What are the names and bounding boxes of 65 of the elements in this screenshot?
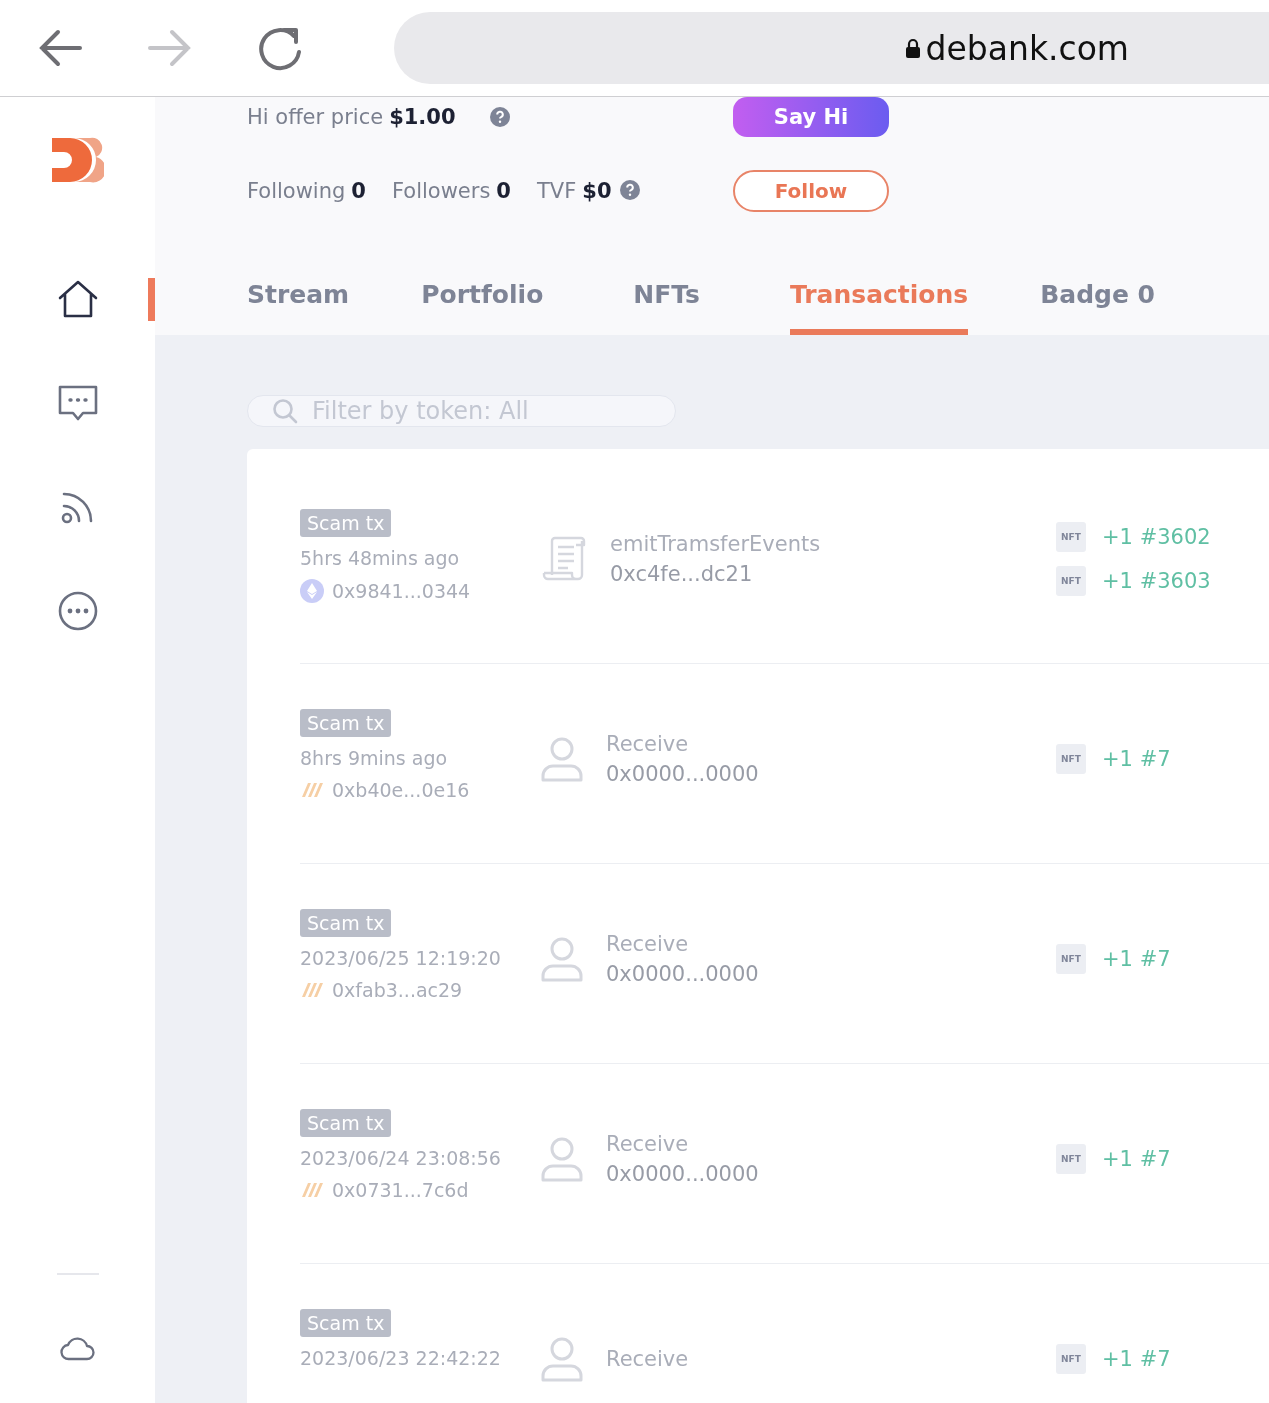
home-icon[interactable] [56, 279, 99, 319]
person-icon [540, 735, 584, 782]
scroll-icon [540, 534, 588, 583]
tab[interactable]: Stream [247, 262, 350, 335]
address-bar[interactable]: debank.com [394, 12, 1269, 84]
tx-action: Receive [606, 1346, 689, 1371]
profile-stat: TVF $0 [537, 179, 640, 203]
tx-action: Receive [606, 931, 690, 956]
tx-time: 2023/06/23 22:42:22 [300, 1347, 502, 1369]
tab[interactable]: Portfolio [421, 262, 544, 335]
token-amount: +1 #3603 [1102, 568, 1211, 593]
chat-icon[interactable] [56, 384, 99, 422]
scam-tag: Scam tx [300, 1309, 392, 1337]
token-amount: +1 #7 [1102, 1346, 1171, 1371]
tx-time: 2023/06/24 23:08:56 [300, 1147, 502, 1169]
say-hi-button[interactable]: Say Hi [733, 97, 889, 137]
nft-badge: NFT [1056, 521, 1086, 552]
help-icon[interactable] [619, 180, 640, 200]
tab[interactable]: NFTs [633, 262, 700, 335]
search-icon [272, 398, 298, 424]
nft-badge: NFT [1056, 565, 1086, 596]
offer-price: Hi offer price $1.00 [247, 105, 456, 129]
nft-badge: NFT [1056, 1343, 1086, 1374]
nft-badge: NFT [1056, 943, 1086, 974]
tx-time: 8hrs 9mins ago [300, 747, 449, 769]
nft-badge: NFT [1056, 743, 1086, 774]
profile-stat: Following 0 [247, 179, 366, 203]
counterparty-address[interactable]: 0x0000...0000 [606, 761, 759, 786]
tab[interactable]: Badge 0 [1040, 262, 1155, 335]
nft-badge: NFT [1056, 1143, 1086, 1174]
cloud-icon[interactable] [59, 1335, 96, 1361]
tx-time: 2023/06/25 12:19:20 [300, 947, 502, 969]
chain-icon [300, 782, 324, 798]
follow-button[interactable]: Follow [733, 170, 889, 212]
tx-address[interactable]: 0x9841...0344 [332, 580, 471, 602]
tx-action: emitTramsferEvents [610, 531, 821, 556]
counterparty-address[interactable]: 0x0000...0000 [606, 961, 759, 986]
counterparty-address[interactable]: 0xc4fe...dc21 [610, 561, 821, 586]
scam-tag: Scam tx [300, 509, 392, 537]
more-icon[interactable] [57, 591, 98, 631]
token-amount: +1 #7 [1102, 746, 1171, 771]
ethereum-icon [300, 579, 324, 603]
person-icon [540, 1135, 584, 1182]
chain-icon [300, 982, 324, 998]
scam-tag: Scam tx [300, 709, 392, 737]
token-amount: +1 #7 [1102, 946, 1171, 971]
profile-stat: Followers 0 [392, 179, 511, 203]
tx-address[interactable]: 0xb40e...0e16 [332, 779, 470, 801]
scam-tag: Scam tx [300, 909, 392, 937]
tx-time: 5hrs 48mins ago [300, 547, 461, 569]
tx-address[interactable]: 0xfab3...ac29 [332, 979, 463, 1001]
scam-tag: Scam tx [300, 1109, 392, 1137]
token-amount: +1 #3602 [1102, 524, 1211, 549]
lock-icon [905, 38, 920, 58]
counterparty-address[interactable]: 0x0000...0000 [606, 1161, 759, 1186]
tx-action: Receive [606, 731, 690, 756]
tx-address[interactable]: 0x0731...7c6d [332, 1179, 469, 1201]
help-icon[interactable] [489, 107, 510, 127]
person-icon [540, 1335, 584, 1382]
tab[interactable]: Transactions [789, 262, 969, 335]
chain-icon [300, 1182, 324, 1198]
url-text: debank.com [925, 28, 1129, 68]
person-icon [540, 935, 584, 982]
tx-action: Receive [606, 1131, 690, 1156]
token-amount: +1 #7 [1102, 1146, 1171, 1171]
